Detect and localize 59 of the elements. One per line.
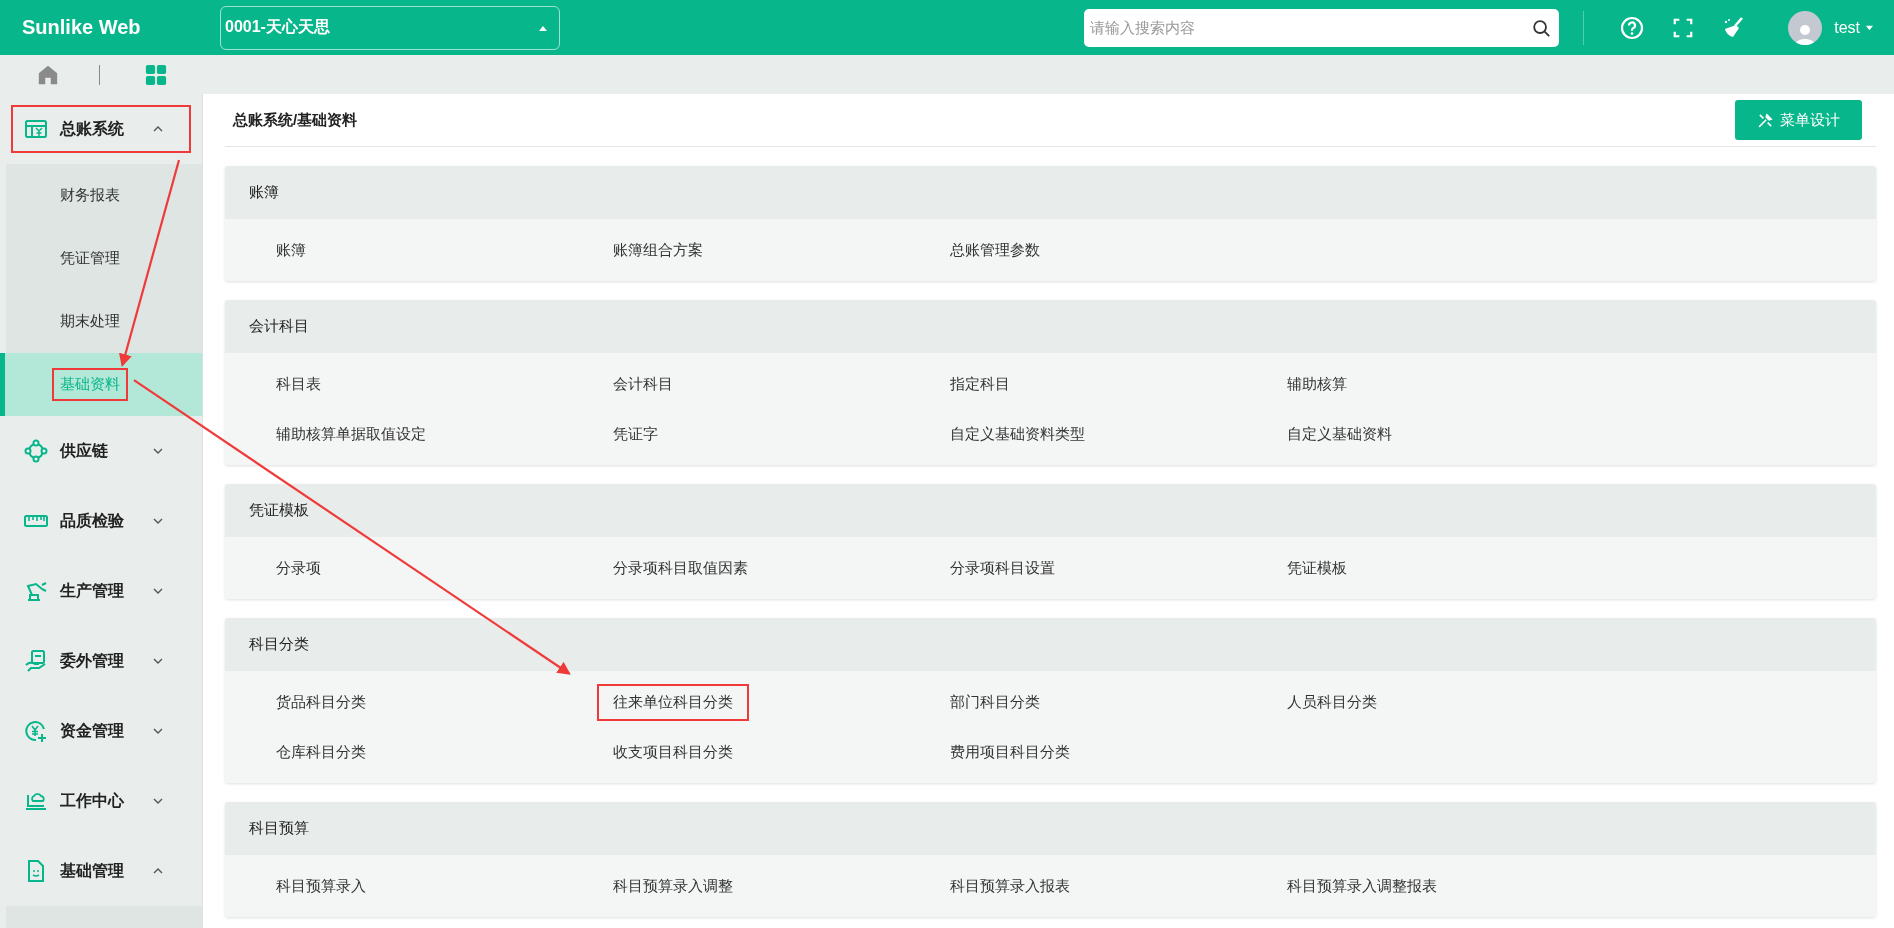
menu-link[interactable]: 分录项科目取值因素 — [599, 551, 762, 585]
menu-link[interactable]: 账簿 — [262, 233, 320, 267]
menu-link[interactable]: 科目预算录入调整 — [599, 869, 747, 903]
sidebar-subitem[interactable]: 期末处理 — [0, 290, 202, 353]
menu-link[interactable]: 自定义基础资料类型 — [936, 417, 1099, 451]
menu-link[interactable]: 指定科目 — [936, 367, 1024, 401]
menu-link[interactable]: 货品科目分类 — [262, 685, 380, 719]
yen-coin-icon — [24, 719, 48, 743]
section-title: 科目分类 — [249, 635, 309, 654]
search-icon[interactable] — [1531, 17, 1552, 38]
menu-link[interactable]: 凭证字 — [599, 417, 672, 451]
hand-document-icon — [24, 649, 48, 673]
search-field[interactable]: 请输入搜索内容 — [1084, 8, 1560, 47]
robot-arm-icon — [24, 579, 48, 603]
section-title: 账簿 — [249, 183, 279, 202]
menu-link[interactable]: 收支项目科目分类 — [599, 735, 747, 769]
sidebar-item[interactable]: 资金管理 — [0, 696, 202, 766]
menu-link[interactable]: 辅助核算单据取值设定 — [262, 417, 440, 451]
company-select-value: 0001-天心天思 — [225, 17, 330, 37]
menu-link[interactable]: 部门科目分类 — [936, 685, 1054, 719]
sidebar-item[interactable]: 工作中心 — [0, 766, 202, 836]
sidebar-item[interactable]: 总账系统 — [0, 94, 202, 164]
sidebar-item[interactable]: 供应链 — [0, 416, 202, 486]
menu-link[interactable]: 往来单位科目分类 — [599, 685, 747, 719]
fullscreen-icon — [1672, 16, 1695, 39]
menu-link[interactable]: 分录项 — [262, 551, 335, 585]
tools-icon — [1757, 111, 1774, 129]
sidebar-item[interactable]: 生产管理 — [0, 556, 202, 626]
menu-link[interactable]: 科目预算录入调整报表 — [1273, 869, 1451, 903]
app-logo: Sunlike Web — [22, 16, 142, 39]
breadcrumb: 总账系统/基础资料 — [233, 110, 358, 130]
ledger-icon — [24, 117, 48, 141]
grid-icon — [145, 63, 167, 86]
sidebar-subitem[interactable]: 凭证管理 — [0, 227, 202, 290]
menu-link[interactable]: 科目表 — [262, 367, 335, 401]
menu-link[interactable]: 人员科目分类 — [1273, 685, 1391, 719]
menu-link[interactable]: 账簿组合方案 — [599, 233, 717, 267]
menu-link[interactable]: 分录项科目设置 — [936, 551, 1069, 585]
sidebar-item[interactable]: 品质检验 — [0, 486, 202, 556]
menu-link[interactable]: 费用项目科目分类 — [936, 735, 1084, 769]
sidebar-item[interactable]: 委外管理 — [0, 626, 202, 696]
section-title: 会计科目 — [249, 317, 309, 336]
caret-down-icon — [1865, 23, 1874, 32]
section-title: 凭证模板 — [249, 501, 309, 520]
home-icon — [37, 63, 59, 86]
network-icon — [24, 439, 48, 463]
menu-link[interactable]: 科目预算录入 — [262, 869, 380, 903]
user-name: test — [1834, 18, 1860, 37]
menu-link[interactable]: 总账管理参数 — [936, 233, 1054, 267]
menu-link[interactable]: 辅助核算 — [1273, 367, 1361, 401]
section-title: 科目预算 — [249, 819, 309, 838]
sidebar-subitem[interactable]: 财务报表 — [0, 164, 202, 227]
menu-link[interactable]: 仓库科目分类 — [262, 735, 380, 769]
sidebar-item[interactable]: 基础管理 — [0, 836, 202, 906]
help-icon — [1620, 15, 1645, 40]
menu-link[interactable]: 凭证模板 — [1273, 551, 1361, 585]
menu-link[interactable]: 自定义基础资料 — [1273, 417, 1406, 451]
menu-link[interactable]: 会计科目 — [599, 367, 687, 401]
menu-link[interactable]: 科目预算录入报表 — [936, 869, 1084, 903]
